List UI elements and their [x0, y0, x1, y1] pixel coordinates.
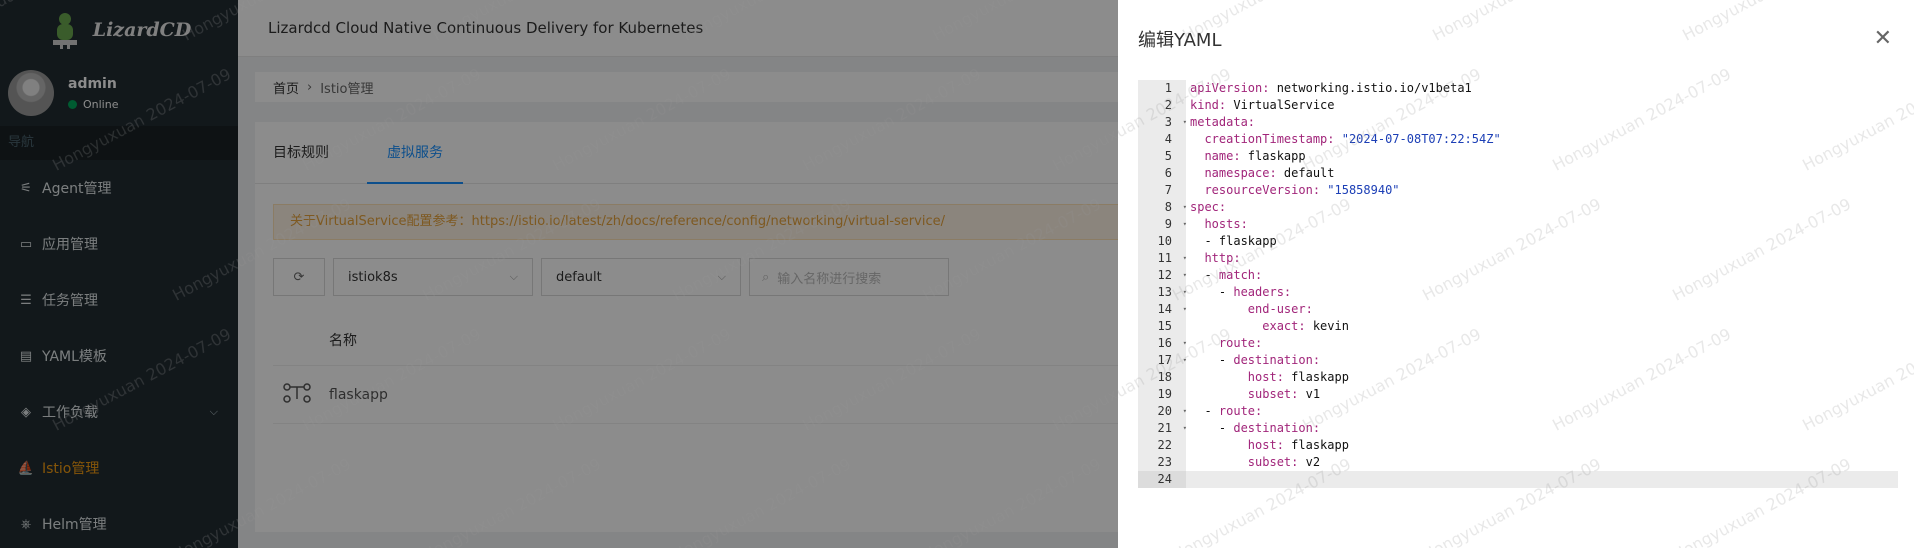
line-number: 21 ▾: [1138, 420, 1187, 437]
code-text: spec:: [1190, 200, 1227, 214]
code-text: - destination:: [1218, 421, 1321, 435]
code-line[interactable]: 13 ▾ - headers:: [1138, 284, 1898, 301]
fold-arrow-icon[interactable]: ▾: [1183, 420, 1187, 437]
line-number: 23: [1138, 454, 1186, 471]
code-line[interactable]: 6 namespace: default: [1138, 165, 1898, 182]
code-line[interactable]: 12 ▾ - match:: [1138, 267, 1898, 284]
code-line[interactable]: 7 resourceVersion: "15858940": [1138, 182, 1898, 199]
yaml-editor[interactable]: 1 apiVersion: networking.istio.io/v1beta1…: [1138, 80, 1898, 488]
fold-arrow-icon[interactable]: ▾: [1183, 352, 1187, 369]
drawer-header: 编辑YAML ✕: [1118, 0, 1914, 78]
edit-yaml-drawer: 编辑YAML ✕ 1 apiVersion: networking.istio.i…: [1118, 0, 1914, 548]
line-number: 16 ▾: [1138, 335, 1187, 352]
code-text: apiVersion: networking.istio.io/v1beta1: [1190, 81, 1472, 95]
code-line[interactable]: 1 apiVersion: networking.istio.io/v1beta1: [1138, 80, 1898, 97]
line-number: 12 ▾: [1138, 267, 1187, 284]
code-text: - headers:: [1218, 285, 1292, 299]
fold-arrow-icon[interactable]: ▾: [1183, 284, 1187, 301]
line-number: 19: [1138, 386, 1186, 403]
fold-arrow-icon[interactable]: ▾: [1183, 250, 1187, 267]
fold-arrow-icon[interactable]: ▾: [1183, 301, 1187, 318]
code-line[interactable]: 24: [1138, 471, 1898, 488]
fold-arrow-icon[interactable]: ▾: [1183, 199, 1187, 216]
code-line[interactable]: 11 ▾ http:: [1138, 250, 1898, 267]
code-text: - flaskapp: [1190, 234, 1277, 248]
line-number: 8 ▾: [1138, 199, 1187, 216]
code-line[interactable]: 5 name: flaskapp: [1138, 148, 1898, 165]
code-text: kind: VirtualService: [1190, 98, 1335, 112]
drawer-title: 编辑YAML: [1138, 30, 1222, 51]
line-number: 4: [1138, 131, 1186, 148]
code-line[interactable]: 14 ▾ end-user:: [1138, 301, 1898, 318]
fold-arrow-icon[interactable]: ▾: [1183, 403, 1187, 420]
fold-arrow-icon[interactable]: ▾: [1183, 114, 1187, 131]
code-text: host: flaskapp: [1247, 438, 1349, 452]
line-number: 6: [1138, 165, 1186, 182]
line-number: 5: [1138, 148, 1186, 165]
line-number: 3 ▾: [1138, 114, 1187, 131]
line-number: 14 ▾: [1138, 301, 1187, 318]
line-number: 13 ▾: [1138, 284, 1187, 301]
code-text: namespace: default: [1204, 166, 1335, 180]
code-text: subset: v1: [1247, 387, 1321, 401]
line-number: 7: [1138, 182, 1186, 199]
line-number: 18: [1138, 369, 1186, 386]
code-line[interactable]: 9 ▾ hosts:: [1138, 216, 1898, 233]
code-line[interactable]: 15 exact: kevin: [1138, 318, 1898, 335]
code-text: resourceVersion: "15858940": [1204, 183, 1400, 197]
line-number: 1: [1138, 80, 1186, 97]
fold-arrow-icon[interactable]: ▾: [1183, 335, 1187, 352]
code-line[interactable]: 17 ▾ - destination:: [1138, 352, 1898, 369]
code-text: hosts:: [1204, 217, 1248, 231]
line-number: 17 ▾: [1138, 352, 1187, 369]
code-text: - route:: [1204, 404, 1263, 418]
code-text: subset: v2: [1247, 455, 1321, 469]
code-text: host: flaskapp: [1247, 370, 1349, 384]
code-line[interactable]: 19 subset: v1: [1138, 386, 1898, 403]
code-line[interactable]: 3 ▾ metadata:: [1138, 114, 1898, 131]
code-line[interactable]: 18 host: flaskapp: [1138, 369, 1898, 386]
line-number: 22: [1138, 437, 1186, 454]
fold-arrow-icon[interactable]: ▾: [1183, 216, 1187, 233]
line-number: 9 ▾: [1138, 216, 1187, 233]
code-line[interactable]: 2 kind: VirtualService: [1138, 97, 1898, 114]
code-line[interactable]: 10 - flaskapp: [1138, 233, 1898, 250]
code-text: end-user:: [1247, 302, 1313, 316]
code-text: metadata:: [1190, 115, 1256, 129]
fold-arrow-icon[interactable]: ▾: [1183, 267, 1187, 284]
code-text: - destination:: [1218, 353, 1321, 367]
code-text: - match:: [1204, 268, 1263, 282]
code-line[interactable]: 16 ▾ route:: [1138, 335, 1898, 352]
line-number: 10: [1138, 233, 1186, 250]
close-icon[interactable]: ✕: [1874, 28, 1892, 50]
code-line[interactable]: 22 host: flaskapp: [1138, 437, 1898, 454]
code-line[interactable]: 8 ▾ spec:: [1138, 199, 1898, 216]
code-text: http:: [1204, 251, 1241, 265]
line-number: 11 ▾: [1138, 250, 1187, 267]
code-text: route:: [1218, 336, 1263, 350]
code-line[interactable]: 4 creationTimestamp: "2024-07-08T07:22:5…: [1138, 131, 1898, 148]
line-number: 2: [1138, 97, 1186, 114]
code-text: [1186, 471, 1898, 488]
code-text: creationTimestamp: "2024-07-08T07:22:54Z…: [1204, 132, 1501, 146]
line-number: 24: [1138, 471, 1186, 488]
code-line[interactable]: 20 ▾ - route:: [1138, 403, 1898, 420]
code-text: name: flaskapp: [1204, 149, 1306, 163]
drawer-mask[interactable]: [0, 0, 1118, 548]
line-number: 15: [1138, 318, 1186, 335]
code-line[interactable]: 23 subset: v2: [1138, 454, 1898, 471]
code-line[interactable]: 21 ▾ - destination:: [1138, 420, 1898, 437]
line-number: 20 ▾: [1138, 403, 1187, 420]
code-text: exact: kevin: [1262, 319, 1349, 333]
